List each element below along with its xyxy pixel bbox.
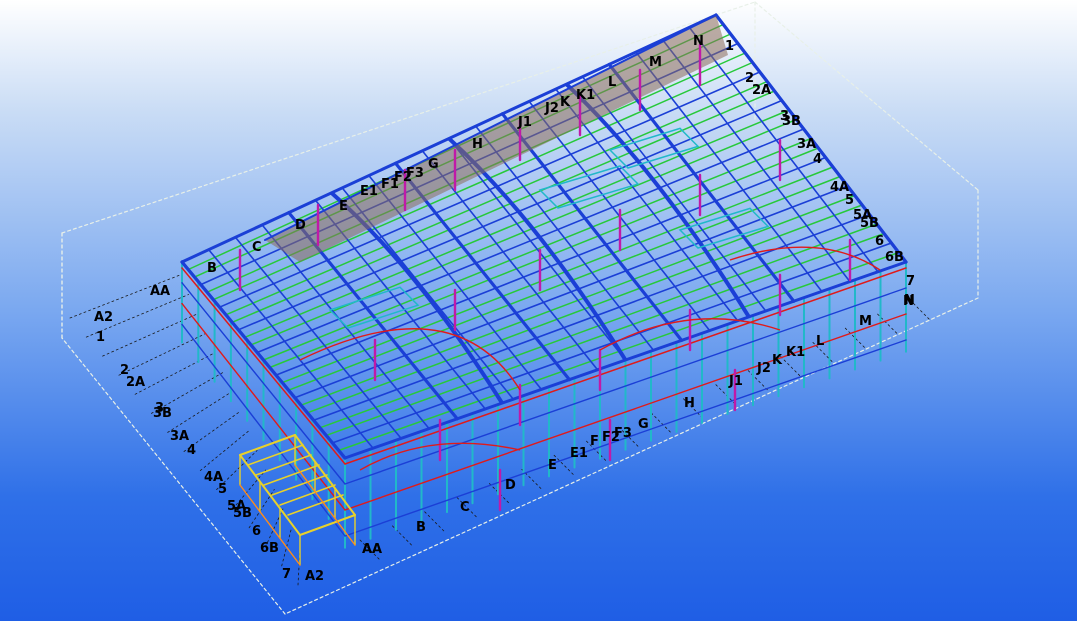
grid-label-right: 3A	[797, 137, 816, 152]
grid-label-front: C	[460, 500, 470, 515]
grid-label-right: 5	[845, 193, 854, 208]
grid-label-top: F3	[406, 166, 424, 181]
grid-label-left: A2	[94, 310, 113, 325]
grid-label-right: 4	[813, 152, 822, 167]
grid-line	[424, 511, 446, 533]
grid-label-front: L	[816, 334, 824, 349]
grid-label-top: H	[472, 137, 483, 152]
grid-label-top: AA	[150, 284, 170, 299]
grid-label-front: K1	[786, 345, 805, 360]
stair-tread	[255, 454, 312, 476]
grid-label-top: L	[608, 75, 616, 90]
grid-label-top: J1	[517, 115, 532, 130]
grid-line	[134, 352, 215, 395]
grid-label-front: E1	[570, 446, 588, 461]
grid-label-left: 5	[218, 482, 227, 497]
grid-label-top: C	[252, 240, 262, 255]
model-viewport[interactable]: A2 1 2 2A 3 3B 3A 4 4A 5 5A 5B 6 6B 7 A2 AA B C D E E1 F F2 F3 G H…	[0, 0, 1077, 621]
grid-label-front: B	[416, 520, 426, 535]
grid-label-right: N	[903, 294, 914, 309]
grid-label-left: 3B	[153, 406, 172, 421]
stair-tread	[263, 464, 320, 486]
grid-label-front: J2	[756, 361, 771, 376]
grid-label-top: K	[560, 95, 571, 110]
grid-label-top: G	[428, 157, 439, 172]
grid-label-front: AA	[362, 542, 382, 557]
grid-label-top: M	[649, 55, 662, 70]
grid-label-front: F3	[614, 426, 632, 441]
grid-line	[118, 333, 207, 376]
grid-label-front: K	[772, 353, 783, 368]
grid-label-left: 5B	[233, 506, 252, 521]
grid-label-right: 2A	[752, 83, 771, 98]
grid-label-top: E1	[360, 184, 378, 199]
stair-stringer	[299, 514, 356, 536]
grid-label-right: 6	[875, 234, 884, 249]
grid-label-front: J1	[728, 374, 743, 389]
bounding-box-edge	[754, 1, 979, 191]
grid-label-top: B	[207, 261, 217, 276]
grid-label-front: G	[638, 417, 649, 432]
grid-label-left: 1	[96, 330, 105, 345]
grid-line	[521, 468, 543, 490]
grid-label-front: H	[684, 396, 695, 411]
grid-label-left: 7	[282, 567, 291, 582]
grid-label-left: 6	[252, 524, 261, 539]
grid-label-right: 6B	[885, 250, 904, 265]
grid-label-left: 6B	[260, 541, 279, 556]
grid-label-right: 7	[906, 274, 915, 289]
grid-label-front: D	[505, 478, 516, 493]
grid-label-top: D	[295, 218, 306, 233]
grid-label-top: N	[693, 34, 704, 49]
grid-label-left: 4	[187, 443, 196, 458]
stair-stringer	[239, 434, 296, 456]
grid-label-front: M	[859, 314, 872, 329]
steel-structure-3d-model[interactable]: A2122A33B3A44A55A5B66B7 A2AABCDEE1F F2F3GH…	[0, 0, 1077, 621]
grid-label-right: 1	[725, 39, 734, 54]
grid-label-left: 2A	[126, 375, 145, 390]
roof-rafter	[207, 248, 374, 450]
grid-label-left: A2	[305, 569, 324, 584]
grid-label-left: 3A	[170, 429, 189, 444]
grid-label-front: F	[590, 434, 599, 449]
back-wall-panel	[265, 15, 728, 262]
grid-label-top: J2	[544, 101, 559, 116]
bounding-box-edge	[61, 337, 286, 615]
grid-label-front: E	[548, 458, 557, 473]
grid-line	[167, 391, 232, 433]
grid-label-right: 3B	[782, 114, 801, 129]
grid-line	[199, 430, 250, 472]
grid-label-top: K1	[576, 88, 595, 103]
grid-label-right: 5B	[860, 216, 879, 231]
wall-girt	[181, 282, 346, 485]
skylight-frame	[678, 207, 770, 249]
grid-label-top: E	[339, 199, 348, 214]
